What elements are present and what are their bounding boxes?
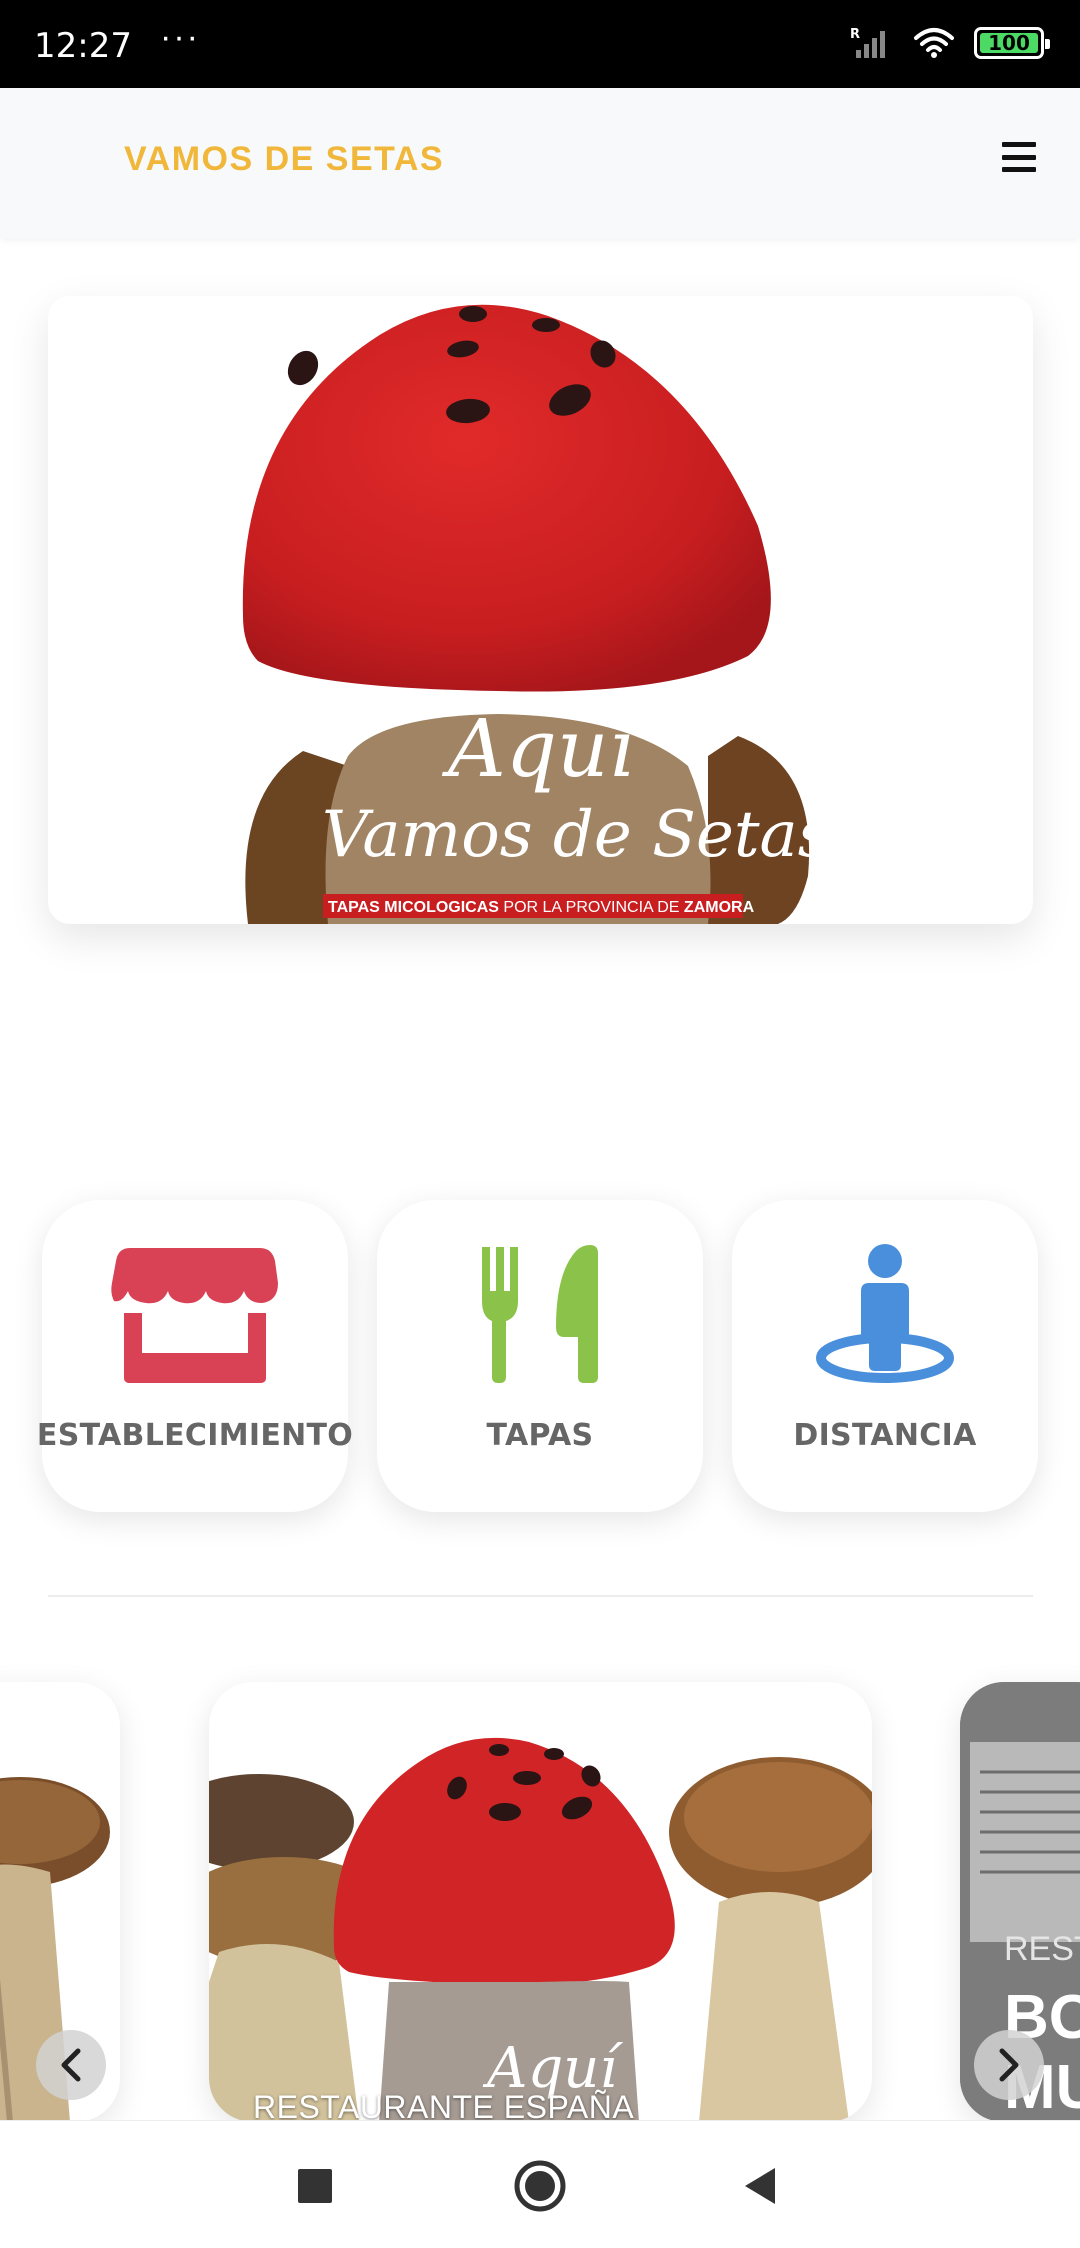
carousel-prev-button[interactable]	[36, 2030, 106, 2100]
storefront-icon	[110, 1238, 280, 1388]
category-label: TAPAS	[486, 1418, 594, 1453]
carousel-next-button[interactable]	[974, 2030, 1044, 2100]
app-header: VAMOS DE SETAS	[0, 88, 1080, 238]
fork-knife-icon	[480, 1238, 600, 1388]
brand-title[interactable]: VAMOS DE SETAS	[124, 140, 444, 179]
carousel-next-label-small: REST	[1004, 1930, 1080, 1968]
category-card-tapas[interactable]: TAPAS	[377, 1200, 703, 1512]
category-label: DISTANCIA	[793, 1418, 977, 1453]
wifi-icon	[914, 28, 954, 58]
battery-icon: 100	[974, 27, 1050, 59]
recents-square-icon[interactable]	[280, 2151, 350, 2221]
hero-script-line2: Vamos de Setas	[322, 798, 831, 872]
chevron-left-icon	[61, 2048, 81, 2082]
hero-banner-part1: TAPAS MICOLOGICAS	[328, 899, 499, 916]
back-triangle-icon[interactable]	[726, 2151, 796, 2221]
carousel-card-label: RESTAURANTE ESPAÑA	[253, 2089, 635, 2122]
person-location-icon	[815, 1238, 955, 1388]
signal-icon: R	[850, 27, 885, 58]
status-notification-dots: ···	[160, 18, 200, 56]
signal-roaming-label: R	[850, 27, 860, 42]
battery-level: 100	[988, 31, 1030, 55]
svg-text:TAPAS MICOLOGICAS POR LA PROVI: TAPAS MICOLOGICAS POR LA PROVINCIA DE ZA…	[328, 899, 755, 916]
carousel-card-restaurante-espana[interactable]: Aquí RESTAURANTE ESPAÑA	[209, 1682, 872, 2122]
status-icons: R 100	[850, 26, 1050, 60]
category-label: ESTABLECIMIENTO	[36, 1418, 354, 1453]
system-navigation-bar	[0, 2120, 1080, 2248]
hamburger-menu-icon[interactable]	[1002, 142, 1036, 172]
category-card-distancia[interactable]: DISTANCIA	[732, 1200, 1038, 1512]
status-time: 12:27	[34, 26, 132, 66]
hero-banner-part3: ZAMORA	[684, 899, 755, 916]
chevron-right-icon	[999, 2048, 1019, 2082]
hero-banner-image: Aquí Vamos de Setas TAPAS MICOLOGICAS PO…	[48, 296, 1033, 924]
hero-banner-part2: POR LA PROVINCIA DE	[499, 899, 684, 916]
hero-script-line1: Aquí	[441, 702, 644, 795]
home-circle-icon[interactable]	[505, 2151, 575, 2221]
category-card-establecimiento[interactable]: ESTABLECIMIENTO	[37, 1200, 353, 1512]
section-divider	[48, 1595, 1033, 1597]
status-bar: 12:27 ··· R 100	[0, 0, 1080, 88]
